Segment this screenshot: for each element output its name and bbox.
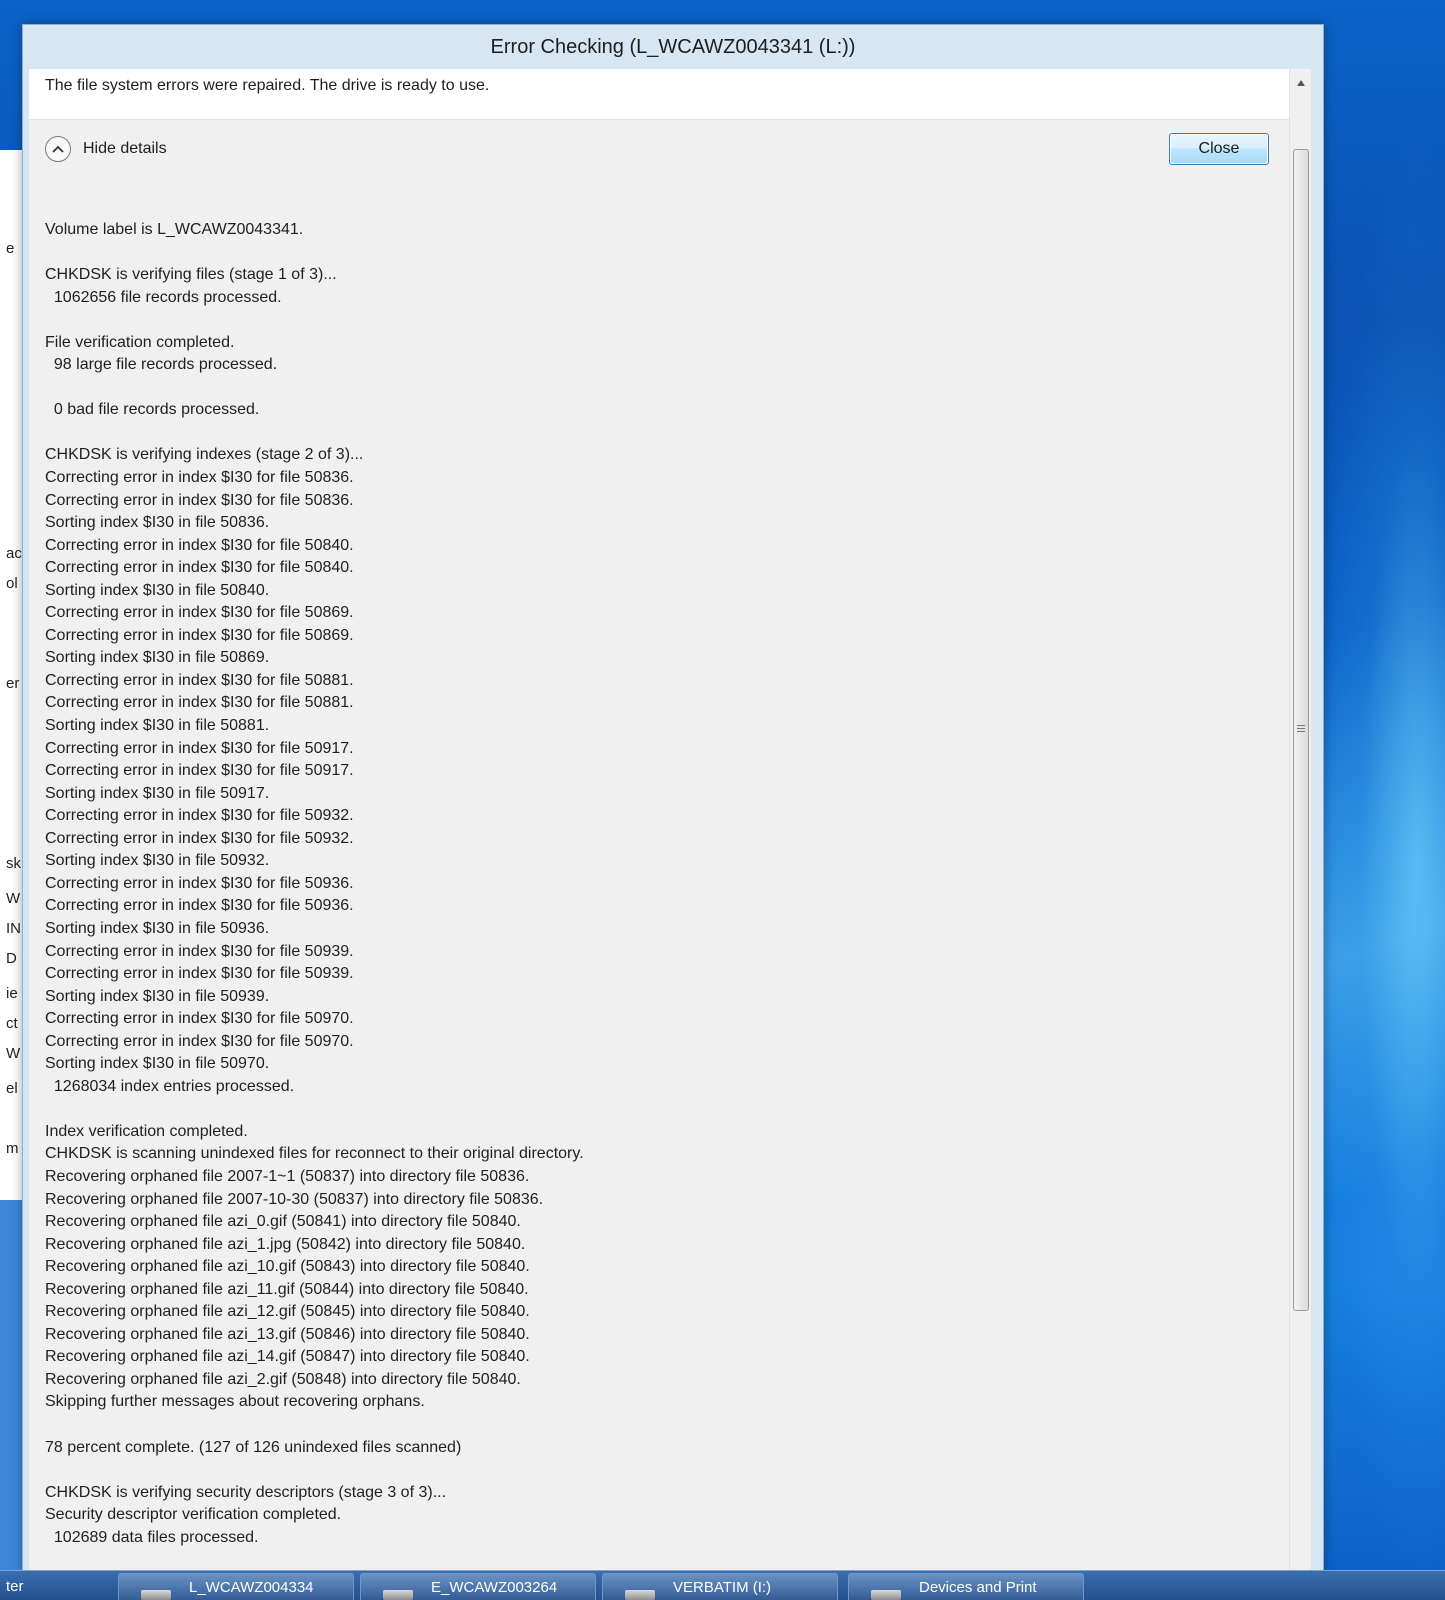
log-line: Recovering orphaned file azi_10.gif (508… bbox=[45, 1258, 530, 1276]
chevron-up-icon bbox=[45, 136, 71, 162]
log-line: CHKDSK is scanning unindexed files for r… bbox=[45, 1145, 584, 1163]
taskbar-item[interactable]: E_WCAWZ003264 bbox=[360, 1573, 596, 1600]
log-line: Volume label is L_WCAWZ0043341. bbox=[45, 221, 304, 238]
close-button[interactable]: Close bbox=[1169, 133, 1269, 165]
hide-details-toggle[interactable]: Hide details bbox=[45, 136, 167, 162]
log-line: Correcting error in index $I30 for file … bbox=[45, 829, 354, 847]
log-line: Recovering orphaned file 2007-10-30 (508… bbox=[45, 1190, 544, 1208]
log-line: Correcting error in index $I30 for file … bbox=[45, 874, 354, 892]
log-line: Skipping further messages about recoveri… bbox=[45, 1393, 425, 1411]
log-line: Correcting error in index $I30 for file … bbox=[45, 942, 354, 960]
taskbar-item[interactable]: L_WCAWZ004334 bbox=[118, 1573, 354, 1600]
log-line: Recovering orphaned file azi_0.gif (5084… bbox=[45, 1213, 521, 1231]
log-line: Correcting error in index $I30 for file … bbox=[45, 739, 354, 757]
log-line: Recovering orphaned file azi_12.gif (508… bbox=[45, 1303, 530, 1321]
taskbar-item-label: Devices and Print bbox=[919, 1579, 1037, 1596]
drive-icon bbox=[383, 1590, 413, 1600]
log-line: Recovering orphaned file azi_11.gif (508… bbox=[45, 1280, 529, 1298]
taskbar-item-label: E_WCAWZ003264 bbox=[431, 1579, 558, 1596]
details-toolbar: Hide details Close bbox=[29, 120, 1311, 180]
scroll-up-button[interactable] bbox=[1290, 69, 1311, 97]
chkdsk-log: Volume label is L_WCAWZ0043341. CHKDSK is… bbox=[45, 219, 1285, 1549]
taskbar-item-label: VERBATIM (I:) bbox=[673, 1579, 772, 1596]
grip-icon bbox=[1297, 725, 1305, 734]
log-line: Correcting error in index $I30 for file … bbox=[45, 536, 354, 554]
log-line: Correcting error in index $I30 for file … bbox=[45, 694, 354, 712]
log-line: Correcting error in index $I30 for file … bbox=[45, 491, 354, 509]
log-line: File verification completed. bbox=[45, 333, 235, 351]
hide-details-label: Hide details bbox=[83, 140, 167, 157]
background-window-panel bbox=[0, 1200, 24, 1570]
log-line: Sorting index $I30 in file 50970. bbox=[45, 1055, 270, 1073]
taskbar-item[interactable]: Devices and Print bbox=[848, 1573, 1084, 1600]
log-line: Correcting error in index $I30 for file … bbox=[45, 965, 354, 983]
vertical-scrollbar[interactable] bbox=[1289, 69, 1311, 1571]
log-line: Sorting index $I30 in file 50939. bbox=[45, 987, 270, 1005]
drive-icon bbox=[625, 1590, 655, 1600]
log-line: 1062656 file records processed. bbox=[45, 288, 282, 306]
log-line: Index verification completed. bbox=[45, 1122, 248, 1140]
status-message: The file system errors were repaired. Th… bbox=[29, 69, 1311, 120]
log-line: Recovering orphaned file azi_13.gif (508… bbox=[45, 1325, 530, 1343]
log-line: Sorting index $I30 in file 50881. bbox=[45, 717, 270, 735]
dialog-content: The file system errors were repaired. Th… bbox=[29, 69, 1311, 1571]
log-line: Sorting index $I30 in file 50836. bbox=[45, 514, 270, 532]
error-checking-dialog: Error Checking (L_WCAWZ0043341 (L:)) The… bbox=[22, 24, 1324, 1572]
taskbar-item-label: L_WCAWZ004334 bbox=[189, 1579, 314, 1596]
taskbar-item[interactable]: VERBATIM (I:) bbox=[602, 1573, 838, 1600]
log-line: Correcting error in index $I30 for file … bbox=[45, 469, 354, 487]
log-line: CHKDSK is verifying files (stage 1 of 3)… bbox=[45, 266, 337, 284]
log-line: Correcting error in index $I30 for file … bbox=[45, 626, 354, 644]
log-line: Recovering orphaned file azi_14.gif (508… bbox=[45, 1348, 530, 1366]
log-line: CHKDSK is verifying indexes (stage 2 of … bbox=[45, 446, 364, 464]
log-line: Sorting index $I30 in file 50936. bbox=[45, 919, 270, 937]
drive-icon bbox=[141, 1590, 171, 1600]
log-line: 1268034 index entries processed. bbox=[45, 1077, 295, 1095]
printer-icon bbox=[871, 1590, 901, 1600]
log-line: 98 large file records processed. bbox=[45, 356, 278, 374]
log-line: Sorting index $I30 in file 50917. bbox=[45, 784, 270, 802]
dialog-title: Error Checking (L_WCAWZ0043341 (L:)) bbox=[490, 36, 856, 58]
desktop-wallpaper bbox=[1305, 0, 1445, 1570]
log-line: 102689 data files processed. bbox=[45, 1528, 259, 1546]
log-line: Correcting error in index $I30 for file … bbox=[45, 604, 354, 622]
log-line: Correcting error in index $I30 for file … bbox=[45, 1010, 354, 1028]
log-line: Correcting error in index $I30 for file … bbox=[45, 897, 354, 915]
log-line: Correcting error in index $I30 for file … bbox=[45, 671, 354, 689]
log-line: Security descriptor verification complet… bbox=[45, 1506, 342, 1524]
log-line: Correcting error in index $I30 for file … bbox=[45, 559, 354, 577]
log-line: Correcting error in index $I30 for file … bbox=[45, 807, 354, 825]
log-line: CHKDSK is verifying security descriptors… bbox=[45, 1483, 447, 1501]
log-line: Sorting index $I30 in file 50869. bbox=[45, 649, 270, 667]
scroll-thumb[interactable] bbox=[1293, 149, 1309, 1311]
triangle-up-icon bbox=[1297, 80, 1305, 86]
log-line: Correcting error in index $I30 for file … bbox=[45, 762, 354, 780]
log-line: Recovering orphaned file 2007-1~1 (50837… bbox=[45, 1167, 530, 1185]
log-line: 78 percent complete. (127 of 126 unindex… bbox=[45, 1438, 462, 1456]
log-line: Correcting error in index $I30 for file … bbox=[45, 1032, 354, 1050]
log-line: Recovering orphaned file azi_1.jpg (5084… bbox=[45, 1235, 526, 1253]
log-line: Sorting index $I30 in file 50840. bbox=[45, 581, 270, 599]
taskbar: ter L_WCAWZ004334 E_WCAWZ003264 VERBATIM (… bbox=[0, 1570, 1445, 1600]
log-line: Recovering orphaned file azi_2.gif (5084… bbox=[45, 1370, 521, 1388]
log-line: 0 bad file records processed. bbox=[45, 401, 260, 419]
taskbar-left-label: ter bbox=[6, 1578, 24, 1595]
log-line: Sorting index $I30 in file 50932. bbox=[45, 852, 270, 870]
